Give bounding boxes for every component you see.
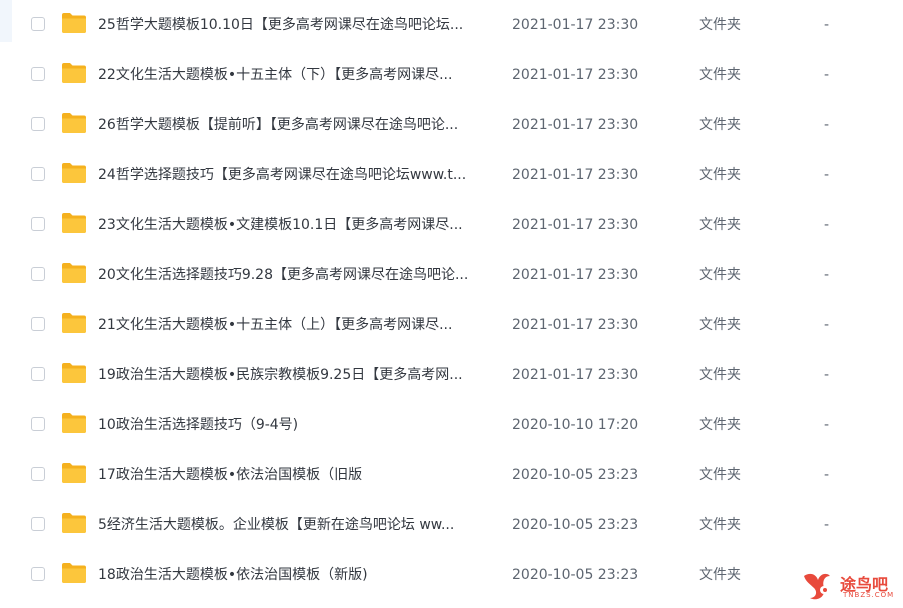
folder-icon[interactable] <box>61 262 87 284</box>
watermark-logo: 途鸟吧 TNBZS.COM <box>800 568 900 604</box>
file-size: - <box>824 317 830 333</box>
file-name[interactable]: 17政治生活大题模板•依法治国模板（旧版 <box>98 465 493 485</box>
file-name[interactable]: 10政治生活选择题技巧（9-4号) <box>98 415 493 435</box>
file-type: 文件夹 <box>699 317 741 333</box>
file-type: 文件夹 <box>699 267 741 283</box>
file-date: 2021-01-17 23:30 <box>512 117 639 133</box>
file-size: - <box>824 67 830 83</box>
file-name[interactable]: 22文化生活大题模板•十五主体（下）【更多高考网课尽... <box>98 65 493 85</box>
row-checkbox[interactable] <box>31 17 45 31</box>
file-name[interactable]: 19政治生活大题模板•民族宗教模板9.25日【更多高考网... <box>98 365 493 385</box>
row-checkbox[interactable] <box>31 167 45 181</box>
file-size: - <box>824 117 830 133</box>
file-row[interactable]: 22文化生活大题模板•十五主体（下）【更多高考网课尽... 2021-01-17 … <box>0 50 903 100</box>
file-date: 2020-10-05 23:23 <box>512 467 639 483</box>
file-date: 2021-01-17 23:30 <box>512 317 639 333</box>
file-size: - <box>824 217 830 233</box>
file-name[interactable]: 18政治生活大题模板•依法治国模板（新版) <box>98 565 493 585</box>
file-date: 2021-01-17 23:30 <box>512 17 639 33</box>
row-checkbox[interactable] <box>31 117 45 131</box>
file-date: 2020-10-10 17:20 <box>512 417 639 433</box>
file-size: - <box>824 517 830 533</box>
file-type: 文件夹 <box>699 117 741 133</box>
file-name[interactable]: 26哲学大题模板【提前听】【更多高考网课尽在途鸟吧论... <box>98 115 493 135</box>
file-type: 文件夹 <box>699 517 741 533</box>
row-checkbox[interactable] <box>31 317 45 331</box>
row-checkbox[interactable] <box>31 267 45 281</box>
file-date: 2021-01-17 23:30 <box>512 67 639 83</box>
row-checkbox[interactable] <box>31 217 45 231</box>
file-size: - <box>824 167 830 183</box>
row-checkbox[interactable] <box>31 417 45 431</box>
file-type: 文件夹 <box>699 417 741 433</box>
file-row[interactable]: 25哲学大题模板10.10日【更多高考网课尽在途鸟吧论坛... 2021-01-1… <box>0 0 903 50</box>
folder-icon[interactable] <box>61 362 87 384</box>
file-row[interactable]: 26哲学大题模板【提前听】【更多高考网课尽在途鸟吧论... 2021-01-17 … <box>0 100 903 150</box>
file-size: - <box>824 417 830 433</box>
file-date: 2021-01-17 23:30 <box>512 267 639 283</box>
row-checkbox[interactable] <box>31 467 45 481</box>
folder-icon[interactable] <box>61 212 87 234</box>
file-type: 文件夹 <box>699 367 741 383</box>
file-date: 2020-10-05 23:23 <box>512 567 639 583</box>
file-type: 文件夹 <box>699 67 741 83</box>
file-name[interactable]: 25哲学大题模板10.10日【更多高考网课尽在途鸟吧论坛... <box>98 15 493 35</box>
file-name[interactable]: 5经济生活大题模板。企业模板【更新在途鸟吧论坛 ww... <box>98 515 493 535</box>
file-name[interactable]: 21文化生活大题模板•十五主体（上）【更多高考网课尽... <box>98 315 493 335</box>
file-type: 文件夹 <box>699 167 741 183</box>
file-row[interactable]: 17政治生活大题模板•依法治国模板（旧版 2020-10-05 23:23 文件夹 - <box>0 450 903 500</box>
folder-icon[interactable] <box>61 462 87 484</box>
folder-icon[interactable] <box>61 412 87 434</box>
file-type: 文件夹 <box>699 17 741 33</box>
watermark-subtext: TNBZS.COM <box>843 591 895 599</box>
folder-icon[interactable] <box>61 512 87 534</box>
file-date: 2021-01-17 23:30 <box>512 367 639 383</box>
file-list: 25哲学大题模板10.10日【更多高考网课尽在途鸟吧论坛... 2021-01-1… <box>0 0 903 606</box>
file-row[interactable]: 19政治生活大题模板•民族宗教模板9.25日【更多高考网... 2021-01-1… <box>0 350 903 400</box>
file-row[interactable]: 18政治生活大题模板•依法治国模板（新版) 2020-10-05 23:23 文件夹… <box>0 550 903 600</box>
folder-icon[interactable] <box>61 162 87 184</box>
file-size: - <box>824 267 830 283</box>
file-size: - <box>824 367 830 383</box>
file-row[interactable]: 5经济生活大题模板。企业模板【更新在途鸟吧论坛 ww... 2020-10-05 … <box>0 500 903 550</box>
file-row[interactable]: 10政治生活选择题技巧（9-4号) 2020-10-10 17:20 文件夹 - <box>0 400 903 450</box>
row-checkbox[interactable] <box>31 67 45 81</box>
bird-logo-icon <box>804 573 830 600</box>
row-checkbox[interactable] <box>31 367 45 381</box>
file-row[interactable]: 21文化生活大题模板•十五主体（上）【更多高考网课尽... 2021-01-17 … <box>0 300 903 350</box>
file-date: 2021-01-17 23:30 <box>512 167 639 183</box>
file-type: 文件夹 <box>699 467 741 483</box>
file-row[interactable]: 24哲学选择题技巧【更多高考网课尽在途鸟吧论坛www.t... 2021-01-1… <box>0 150 903 200</box>
file-date: 2020-10-05 23:23 <box>512 517 639 533</box>
row-checkbox[interactable] <box>31 567 45 581</box>
file-date: 2021-01-17 23:30 <box>512 217 639 233</box>
folder-icon[interactable] <box>61 62 87 84</box>
file-type: 文件夹 <box>699 217 741 233</box>
file-row[interactable]: 20文化生活选择题技巧9.28【更多高考网课尽在途鸟吧论... 2021-01-1… <box>0 250 903 300</box>
file-type: 文件夹 <box>699 567 741 583</box>
file-row[interactable]: 23文化生活大题模板•文建模板10.1日【更多高考网课尽... 2021-01-1… <box>0 200 903 250</box>
folder-icon[interactable] <box>61 562 87 584</box>
folder-icon[interactable] <box>61 312 87 334</box>
row-checkbox[interactable] <box>31 517 45 531</box>
file-size: - <box>824 17 830 33</box>
file-name[interactable]: 24哲学选择题技巧【更多高考网课尽在途鸟吧论坛www.t... <box>98 165 493 185</box>
file-name[interactable]: 20文化生活选择题技巧9.28【更多高考网课尽在途鸟吧论... <box>98 265 493 285</box>
folder-icon[interactable] <box>61 112 87 134</box>
folder-icon[interactable] <box>61 12 87 34</box>
file-name[interactable]: 23文化生活大题模板•文建模板10.1日【更多高考网课尽... <box>98 215 493 235</box>
file-size: - <box>824 467 830 483</box>
